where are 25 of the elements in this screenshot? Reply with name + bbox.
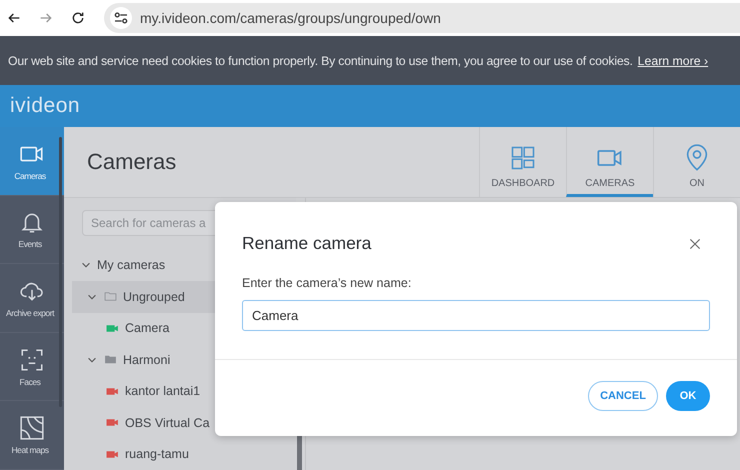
face-frame-icon	[19, 346, 45, 373]
tree-item[interactable]: Harmoni	[72, 344, 296, 376]
page-title: Cameras	[86, 148, 178, 176]
folder-icon	[103, 290, 118, 304]
reload-icon[interactable]	[70, 10, 86, 26]
folder-icon	[103, 353, 118, 366]
name-input-field[interactable]: Camera	[242, 300, 710, 331]
learn-more-link[interactable]: Learn more ›	[638, 54, 708, 68]
logo-text[interactable]: ivideon	[10, 94, 80, 118]
cookie-message: Our web site and service need cookies to function properly. By continuing to use them, you agree to our use of cookies.	[8, 54, 633, 68]
view-tab[interactable]: CAMERAS	[566, 127, 653, 197]
tree-item[interactable]: ruang-tamu	[72, 438, 296, 470]
tree-item[interactable]: OBS Virtual Ca	[72, 407, 296, 438]
ok-button[interactable]: OK	[666, 381, 710, 411]
map-icon	[19, 415, 45, 442]
sidebar-item[interactable]: Cameras	[0, 127, 64, 196]
address-bar[interactable]: my.ivideon.com/cameras/groups/ungrouped/own	[104, 3, 740, 33]
url-text: my.ivideon.com/cameras/groups/ungrouped/own	[140, 10, 441, 26]
cancel-button[interactable]: CANCEL	[588, 381, 658, 411]
grid-icon	[509, 144, 537, 172]
tree-item[interactable]: kantor lantai1	[72, 376, 296, 407]
site-settings-icon[interactable]	[110, 7, 132, 29]
view-tab[interactable]: ON	[653, 127, 740, 197]
view-tab[interactable]: DASHBOARD	[479, 127, 566, 197]
dialog-title: Rename camera	[242, 233, 372, 254]
